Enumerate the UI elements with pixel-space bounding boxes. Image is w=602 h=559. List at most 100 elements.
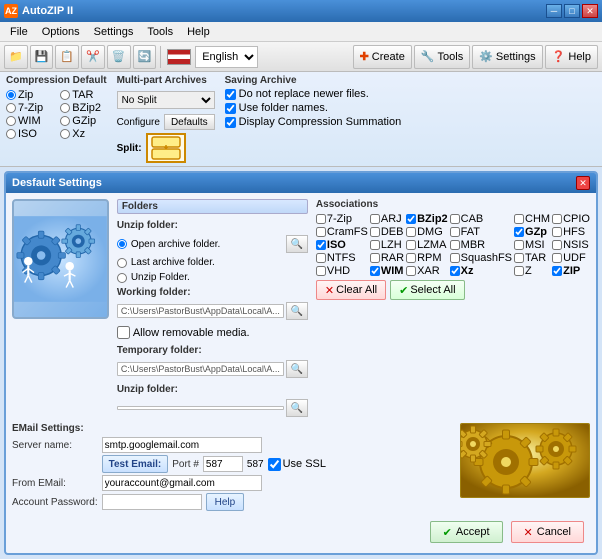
- assoc-deb[interactable]: DEB: [370, 226, 404, 238]
- cancel-button[interactable]: ✕ Cancel: [511, 521, 584, 543]
- opt-iso[interactable]: ISO: [6, 128, 52, 140]
- minimize-button[interactable]: ─: [546, 4, 562, 18]
- temp-folder-label: Temporary folder:: [117, 345, 308, 356]
- assoc-iso[interactable]: ISO: [316, 239, 368, 251]
- allow-removable[interactable]: Allow removable media.: [117, 326, 308, 339]
- browse-btn-4[interactable]: 🔍: [286, 399, 308, 417]
- split-select[interactable]: No Split: [117, 91, 215, 109]
- toolbar-save[interactable]: 💾: [30, 45, 54, 69]
- assoc-nsis[interactable]: NSIS: [552, 239, 590, 251]
- assoc-mbr[interactable]: MBR: [450, 239, 512, 251]
- toolbar-cut[interactable]: ✂️: [81, 45, 105, 69]
- window-controls: ─ □ ✕: [546, 4, 598, 18]
- test-row: Test Email: Port # 587 Use SSL: [102, 455, 452, 473]
- associations-title: Associations: [316, 199, 590, 210]
- from-email-input[interactable]: [102, 475, 262, 491]
- assoc-z[interactable]: Z: [514, 265, 550, 277]
- assoc-wim[interactable]: WIM: [370, 265, 404, 277]
- server-input[interactable]: [102, 437, 262, 453]
- assoc-arj[interactable]: ARJ: [370, 213, 404, 225]
- assoc-lzma[interactable]: LZMA: [406, 239, 448, 251]
- toolbar-delete[interactable]: 🗑️: [107, 45, 131, 69]
- main-area: Desfault Settings ✕: [0, 167, 602, 559]
- assoc-zip[interactable]: ZIP: [552, 265, 590, 277]
- toolbar-refresh[interactable]: 🔄: [133, 45, 157, 69]
- from-email-label: From EMail:: [12, 478, 98, 489]
- assoc-xar[interactable]: XAR: [406, 265, 448, 277]
- assoc-xz[interactable]: Xz: [450, 265, 512, 277]
- opt-7zip[interactable]: 7-Zip: [6, 102, 52, 114]
- language-select[interactable]: English: [195, 46, 258, 68]
- browse-btn-1[interactable]: 🔍: [286, 235, 308, 253]
- opt-gzip[interactable]: GZip: [60, 115, 106, 127]
- menu-file[interactable]: File: [4, 24, 34, 40]
- accept-button[interactable]: ✔ Accept: [430, 521, 503, 543]
- assoc-ntfs[interactable]: NTFS: [316, 252, 368, 264]
- opt-wim[interactable]: WIM: [6, 115, 52, 127]
- port-input[interactable]: [203, 456, 243, 472]
- working-folder-path: C:\Users\PastorBust\AppData\Local\A...: [117, 304, 284, 318]
- opt-xz[interactable]: Xz: [60, 128, 106, 140]
- defaults-button[interactable]: Defaults: [164, 114, 215, 130]
- assoc-hfs[interactable]: HFS: [552, 226, 590, 238]
- open-archive-option[interactable]: Open archive folder. 🔍: [117, 235, 308, 253]
- last-archive-option[interactable]: Last archive folder.: [117, 257, 308, 268]
- settings-button[interactable]: ⚙️ Settings: [472, 45, 542, 69]
- assoc-msi[interactable]: MSI: [514, 239, 550, 251]
- assoc-cpio[interactable]: CPIO: [552, 213, 590, 225]
- assoc-rpm[interactable]: RPM: [406, 252, 448, 264]
- password-label: Account Password:: [12, 497, 98, 508]
- assoc-cab[interactable]: CAB: [450, 213, 512, 225]
- unzip-folder-label: Unzip folder:: [117, 220, 308, 231]
- assoc-squashfs[interactable]: SquashFS: [450, 252, 512, 264]
- opt-tar[interactable]: TAR: [60, 89, 106, 101]
- help-button[interactable]: ❓ Help: [545, 45, 598, 69]
- toolbar-copy[interactable]: 📋: [55, 45, 79, 69]
- assoc-lzh[interactable]: LZH: [370, 239, 404, 251]
- opt-zip[interactable]: Zip: [6, 89, 52, 101]
- maximize-button[interactable]: □: [564, 4, 580, 18]
- help-button-email[interactable]: Help: [206, 493, 245, 511]
- test-email-button[interactable]: Test Email:: [102, 455, 169, 473]
- create-button[interactable]: ✚ Create: [353, 45, 412, 69]
- ssl-check[interactable]: Use SSL: [268, 458, 326, 471]
- assoc-rar[interactable]: RAR: [370, 252, 404, 264]
- unzip-folder-option[interactable]: Unzip Folder.: [117, 272, 308, 283]
- dialog-title-bar: Desfault Settings ✕: [6, 173, 596, 193]
- toolbar-new[interactable]: 📁: [4, 45, 28, 69]
- menu-options[interactable]: Options: [36, 24, 86, 40]
- assoc-dmg[interactable]: DMG: [406, 226, 448, 238]
- tools-button[interactable]: 🔧 Tools: [414, 45, 470, 69]
- email-title: EMail Settings:: [12, 423, 452, 434]
- dialog: Desfault Settings ✕: [4, 171, 598, 555]
- folders-title: Folders: [117, 199, 308, 214]
- browse-btn-3[interactable]: 🔍: [286, 360, 308, 378]
- dialog-close-button[interactable]: ✕: [576, 176, 590, 190]
- associations-section: Associations 7-Zip ARJ BZip2 CAB CHM CPI…: [316, 199, 590, 417]
- close-button[interactable]: ✕: [582, 4, 598, 18]
- browse-btn-2[interactable]: 🔍: [286, 302, 308, 320]
- menu-tools[interactable]: Tools: [141, 24, 179, 40]
- multipart-title: Multi-part Archives: [117, 75, 215, 86]
- dialog-content: Folders Unzip folder: Open archive folde…: [6, 193, 596, 553]
- port-value: 587: [247, 459, 264, 470]
- assoc-chm[interactable]: CHM: [514, 213, 550, 225]
- opt-bzip2[interactable]: BZip2: [60, 102, 106, 114]
- saving-opt-2[interactable]: Display Compression Summation: [225, 116, 402, 128]
- assoc-vhd[interactable]: VHD: [316, 265, 368, 277]
- menu-help[interactable]: Help: [181, 24, 216, 40]
- saving-opt-0[interactable]: Do not replace newer files.: [225, 88, 402, 100]
- assoc-tar[interactable]: TAR: [514, 252, 550, 264]
- password-input[interactable]: [102, 494, 202, 510]
- assoc-bzip2[interactable]: BZip2: [406, 213, 448, 225]
- assoc-gzp[interactable]: GZp: [514, 226, 550, 238]
- saving-opt-1[interactable]: Use folder names.: [225, 102, 402, 114]
- assoc-cramfs[interactable]: CramFS: [316, 226, 368, 238]
- assoc-fat[interactable]: FAT: [450, 226, 512, 238]
- associations-grid: 7-Zip ARJ BZip2 CAB CHM CPIO CramFS DEB …: [316, 213, 590, 277]
- assoc-7zip[interactable]: 7-Zip: [316, 213, 368, 225]
- clear-all-button[interactable]: ✕ Clear All: [316, 280, 386, 300]
- menu-settings[interactable]: Settings: [88, 24, 140, 40]
- select-all-button[interactable]: ✔ Select All: [390, 280, 464, 300]
- assoc-udf[interactable]: UDF: [552, 252, 590, 264]
